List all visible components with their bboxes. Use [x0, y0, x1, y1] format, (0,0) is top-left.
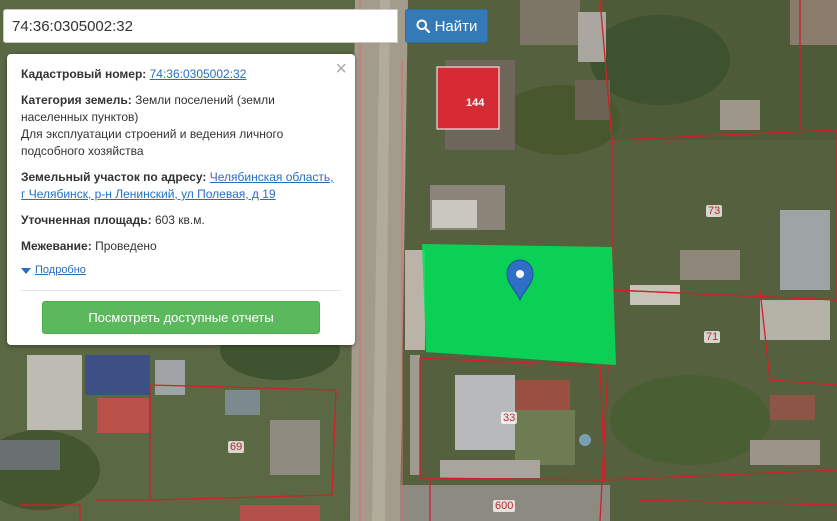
lot-label-69: 69: [228, 441, 245, 453]
divider: [21, 290, 341, 291]
lot-label-71: 71: [704, 331, 721, 343]
cadastral-number-label: Кадастровый номер:: [21, 67, 147, 81]
caret-down-icon: [21, 267, 31, 274]
survey-value: Проведено: [95, 239, 157, 253]
parcel-info-panel: × Кадастровый номер: 74:36:0305002:32 Ка…: [7, 54, 355, 345]
search-button-label: Найти: [434, 17, 478, 35]
address-row: Земельный участок по адресу: Челябинская…: [21, 169, 341, 203]
lot-label-144: 144: [466, 97, 485, 109]
close-icon[interactable]: ×: [335, 59, 347, 79]
lot-label-73: 73: [706, 205, 723, 217]
lot-label-600: 600: [493, 500, 516, 512]
area-label: Уточненная площадь:: [21, 213, 152, 227]
details-toggle-label: Подробно: [35, 264, 86, 276]
cadastral-number-link[interactable]: 74:36:0305002:32: [150, 67, 247, 81]
search-input[interactable]: [3, 9, 398, 43]
survey-row: Межевание: Проведено: [21, 238, 341, 255]
survey-label: Межевание:: [21, 239, 92, 253]
details-toggle[interactable]: Подробно: [21, 262, 341, 279]
land-usage-text: Для эксплуатации строений и ведения личн…: [21, 127, 284, 158]
cadastral-number-row: Кадастровый номер: 74:36:0305002:32: [21, 66, 341, 83]
land-category-label: Категория земель:: [21, 93, 132, 107]
search-button[interactable]: Найти: [405, 9, 488, 43]
lot-label-33: 33: [501, 412, 518, 424]
land-category-row: Категория земель: Земли поселений (земли…: [21, 92, 341, 160]
area-row: Уточненная площадь: 603 кв.м.: [21, 212, 341, 229]
address-label: Земельный участок по адресу:: [21, 170, 207, 184]
area-value: 603 кв.м.: [154, 213, 205, 227]
search-icon: [416, 19, 430, 33]
view-reports-button[interactable]: Посмотреть доступные отчеты: [42, 301, 320, 334]
